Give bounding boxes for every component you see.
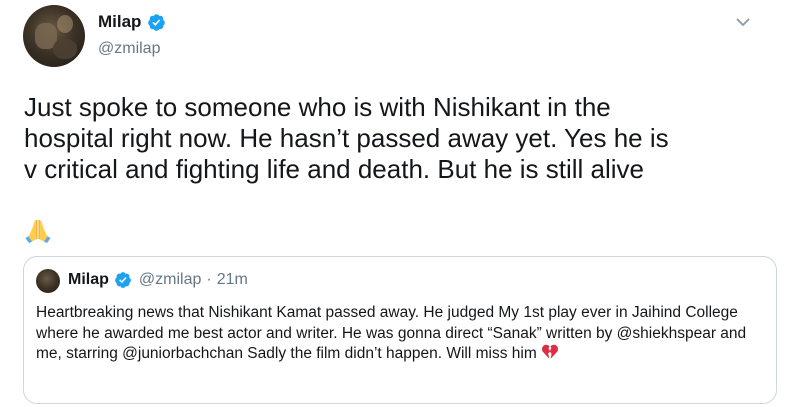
quoted-author-display-name: Milap bbox=[68, 271, 109, 288]
verified-badge-icon bbox=[148, 13, 166, 31]
folded-hands-emoji bbox=[25, 220, 51, 243]
quoted-tweet-body: Heartbreaking news that Nishikant Kamat … bbox=[36, 304, 747, 362]
author-name-row: Milap bbox=[98, 12, 166, 32]
author-handle[interactable]: @zmilap bbox=[98, 40, 160, 58]
chevron-down-icon[interactable] bbox=[735, 14, 751, 30]
quoted-tweet-card[interactable]: Milap @zmilap · 21m Heartbreaking news t… bbox=[23, 256, 777, 404]
quoted-tweet-text: Heartbreaking news that Nishikant Kamat … bbox=[36, 303, 766, 365]
quoted-tweet-timestamp[interactable]: 21m bbox=[217, 271, 248, 289]
author-display-name[interactable]: Milap bbox=[98, 12, 141, 32]
broken-heart-emoji bbox=[541, 344, 558, 359]
quoted-author-handle: @zmilap bbox=[138, 271, 202, 288]
quoted-author-avatar bbox=[36, 269, 60, 293]
separator-dot: · bbox=[206, 271, 212, 288]
quoted-tweet-header: Milap @zmilap · 21m bbox=[68, 271, 248, 289]
author-avatar[interactable] bbox=[23, 5, 85, 67]
tweet-text: Just spoke to someone who is with Nishik… bbox=[24, 92, 669, 184]
verified-badge-icon bbox=[115, 272, 131, 288]
